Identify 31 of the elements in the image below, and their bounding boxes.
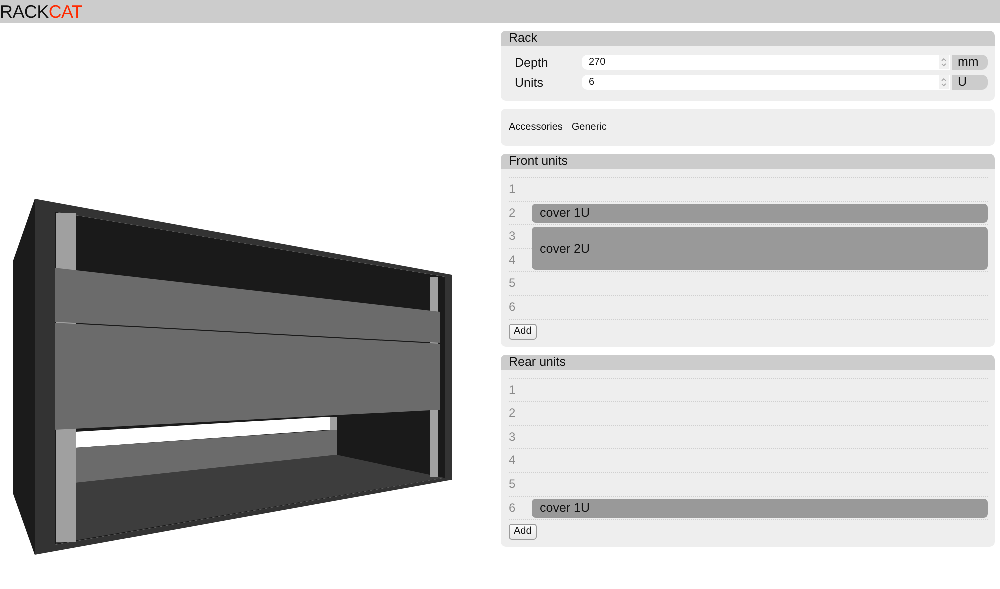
slot-number: 2 — [509, 405, 517, 422]
spinner-icon[interactable] — [938, 75, 950, 90]
spinner-icon[interactable] — [938, 55, 950, 70]
slot-number: 5 — [509, 476, 517, 493]
rack-rail — [330, 417, 337, 430]
slot-number: 6 — [509, 500, 517, 517]
panel-header: Rear units — [501, 354, 995, 370]
unit-label: U — [952, 75, 988, 90]
panel-header: Rack — [501, 31, 995, 46]
add-button[interactable]: Add — [509, 324, 537, 340]
slot-number: 2 — [509, 204, 517, 222]
number-input[interactable]: 270 — [582, 55, 938, 70]
rack-unit-block[interactable]: cover 2U — [532, 227, 988, 270]
app-logo: RACKCAT — [0, 1, 83, 23]
unit-label: mm — [952, 55, 988, 70]
number-input[interactable]: 6 — [582, 75, 938, 90]
slot-number: 1 — [509, 181, 517, 198]
add-button[interactable]: Add — [509, 524, 537, 540]
slot-number: 4 — [509, 252, 517, 269]
slot-number: 6 — [509, 298, 517, 316]
panel-header: Front units — [501, 154, 995, 169]
slot-number: 3 — [509, 428, 517, 446]
rack-unit-block[interactable]: cover 1U — [532, 498, 988, 518]
field-label: Depth — [515, 56, 550, 70]
category-link[interactable]: Generic — [572, 122, 607, 133]
slot-number: 5 — [509, 275, 517, 292]
slot-number: 1 — [509, 382, 517, 399]
category-link[interactable]: Accessories — [509, 122, 563, 133]
slot-number: 4 — [509, 452, 517, 470]
rack-unit-block[interactable]: cover 1U — [532, 204, 988, 224]
field-label: Units — [515, 76, 544, 90]
